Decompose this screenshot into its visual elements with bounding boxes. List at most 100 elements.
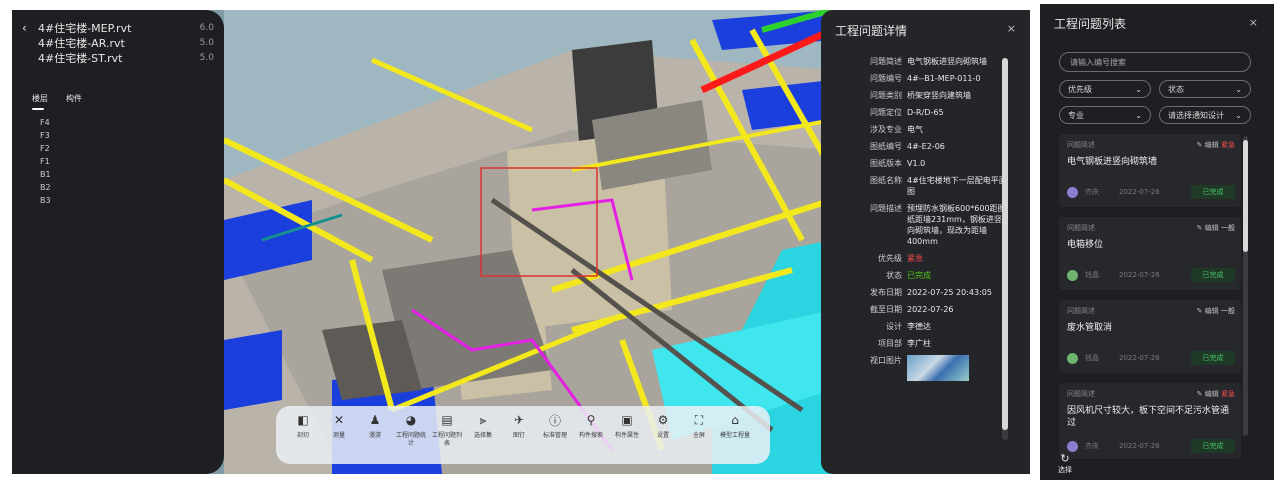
tab-components[interactable]: 构件 bbox=[66, 93, 82, 104]
tool-quantity[interactable]: ⌂ 模型工程量 bbox=[718, 412, 752, 440]
back-chevron-icon[interactable]: ‹ bbox=[22, 21, 36, 35]
model-tree-panel: ‹ 4#住宅楼-MEP.rvt 6.0 4#住宅楼-AR.rvt 5.0 4#住… bbox=[12, 10, 224, 474]
detail-row: 问题编号 4#--B1-MEP-011-0 bbox=[870, 74, 981, 83]
issue-card[interactable]: 问题简述 ✎ 编辑 紧急 因风机尺寸较大，板下空间不足污水管通过 齐庆 2022-… bbox=[1059, 383, 1241, 459]
floor-item[interactable]: F3 bbox=[40, 131, 214, 144]
edit-button[interactable]: 编辑 bbox=[1205, 390, 1219, 398]
tool-measure[interactable]: ✕ 测量 bbox=[322, 412, 356, 440]
quantity-icon: ⌂ bbox=[731, 413, 739, 427]
detail-row: 截至日期 2022-07-26 bbox=[870, 305, 954, 314]
tool-properties[interactable]: ▣ 构件属性 bbox=[610, 412, 644, 440]
edit-icon[interactable]: ✎ bbox=[1197, 307, 1203, 315]
detail-body: 问题简述 电气钢板进竖向砌筑墙 问题编号 4#--B1-MEP-011-0 问题类别… bbox=[859, 56, 1009, 387]
edit-icon[interactable]: ✎ bbox=[1197, 390, 1203, 398]
floor-item[interactable]: F2 bbox=[40, 144, 214, 157]
model-item[interactable]: 4#住宅楼-AR.rvt 5.0 bbox=[22, 35, 214, 50]
detail-row: 问题简述 电气钢板进竖向砌筑墙 bbox=[870, 57, 987, 66]
edit-button[interactable]: 编辑 bbox=[1205, 307, 1219, 315]
priority-value: 紧急 bbox=[907, 254, 923, 263]
pin-icon: ✈ bbox=[513, 413, 525, 427]
list-title: 工程问题列表 bbox=[1054, 17, 1127, 31]
chevron-down-icon: ⌄ bbox=[1235, 84, 1242, 94]
edit-button[interactable]: 编辑 bbox=[1205, 141, 1219, 149]
issue-card[interactable]: 问题简述 ✎ 编辑 一般 电箱移位 钱晶 2022-07-26 已完成 bbox=[1059, 217, 1241, 290]
tool-component-search[interactable]: ⚲ 构件搜索 bbox=[574, 412, 608, 440]
tool-issue-list[interactable]: ▤ 工程问题列表 bbox=[430, 412, 464, 448]
status-badge: 已完成 bbox=[1191, 185, 1235, 199]
viewport-thumbnail[interactable] bbox=[907, 355, 969, 381]
tool-issue-stats[interactable]: ◕ 工程问题统计 bbox=[394, 412, 428, 448]
tool-settings[interactable]: ⚙ 设置 bbox=[646, 412, 680, 440]
tool-fullscreen[interactable]: ⛶ 全屏 bbox=[682, 412, 716, 440]
tab-floors[interactable]: 楼层 bbox=[32, 93, 48, 110]
edit-button[interactable]: 编辑 bbox=[1205, 224, 1219, 232]
priority-select[interactable]: 优先级 ⌄ bbox=[1059, 80, 1151, 98]
app-root: ‹ 4#住宅楼-MEP.rvt 6.0 4#住宅楼-AR.rvt 5.0 4#住… bbox=[0, 0, 1280, 486]
properties-icon: ▣ bbox=[621, 413, 633, 427]
scroll-thumb[interactable] bbox=[1002, 58, 1008, 430]
detail-scrollbar[interactable] bbox=[1002, 58, 1008, 440]
detail-row: 状态 已完成 bbox=[859, 270, 1009, 281]
model-version: 5.0 bbox=[199, 52, 214, 63]
detail-row: 涉及专业 电气 bbox=[870, 125, 923, 134]
model-item[interactable]: ‹ 4#住宅楼-MEP.rvt 6.0 bbox=[22, 20, 214, 35]
detail-row: 图纸版本 V1.0 bbox=[870, 159, 926, 168]
model-item[interactable]: 4#住宅楼-ST.rvt 5.0 bbox=[22, 50, 214, 65]
floor-item[interactable]: F1 bbox=[40, 157, 214, 170]
tool-standards[interactable]: ⓘ 标准管理 bbox=[538, 412, 572, 440]
tool-selection-set[interactable]: ⫸ 选择集 bbox=[466, 412, 500, 440]
info-icon: ⓘ bbox=[548, 413, 561, 428]
detail-row: 发布日期 2022-07-25 20:43:05 bbox=[870, 288, 992, 297]
list-scrollbar[interactable] bbox=[1243, 136, 1248, 436]
discipline-select[interactable]: 专业 ⌄ bbox=[1059, 106, 1151, 124]
fullscreen-icon: ⛶ bbox=[694, 412, 704, 427]
edit-icon[interactable]: ✎ bbox=[1197, 141, 1203, 149]
gear-icon: ⚙ bbox=[657, 413, 669, 427]
detail-row: 视口图片 bbox=[859, 355, 1009, 381]
notify-designer-select[interactable]: 请选择通知设计 ⌄ bbox=[1159, 106, 1251, 124]
detail-row: 图纸名称 4#住宅楼地下一层配电平面图 bbox=[870, 176, 1007, 196]
status-badge: 已完成 bbox=[1191, 351, 1235, 365]
floor-item[interactable]: B3 bbox=[40, 196, 214, 209]
card-actions: ✎ 编辑 紧急 bbox=[1197, 140, 1235, 150]
model-name: 4#住宅楼-AR.rvt bbox=[38, 36, 125, 50]
tool-walk[interactable]: ♟ 漫游 bbox=[358, 412, 392, 440]
select-button[interactable]: ↻ 选择 bbox=[1058, 452, 1072, 475]
scroll-thumb[interactable] bbox=[1243, 140, 1248, 252]
avatar bbox=[1067, 352, 1078, 364]
edit-icon[interactable]: ✎ bbox=[1197, 224, 1203, 232]
model-version: 5.0 bbox=[199, 37, 214, 48]
viewer-toolbar: ◧ 剖切 ✕ 测量 ♟ 漫游 ◕ 工程问题统计 ▤ 工程问题列表 ⫸ 选择集 ✈ 图钉 ⓘ 标准… bbox=[276, 406, 770, 464]
close-icon[interactable]: × bbox=[1007, 22, 1016, 35]
detail-row: 图纸编号 4#-E2-06 bbox=[870, 142, 945, 151]
floor-item[interactable]: B1 bbox=[40, 170, 214, 183]
chevron-down-icon: ⌄ bbox=[1135, 84, 1142, 94]
model-version: 6.0 bbox=[199, 22, 214, 33]
floor-item[interactable]: F4 bbox=[40, 118, 214, 131]
detail-row: 问题定位 D-R/D-65 bbox=[870, 108, 944, 117]
list-icon: ▤ bbox=[441, 413, 453, 427]
status-badge: 已完成 bbox=[1191, 439, 1235, 453]
status-select[interactable]: 状态 ⌄ bbox=[1159, 80, 1251, 98]
floor-item[interactable]: B2 bbox=[40, 183, 214, 196]
card-footer: 齐庆 2022-07-26 已完成 bbox=[1067, 185, 1235, 199]
issue-card[interactable]: 问题简述 ✎ 编辑 一般 废水管取消 钱晶 2022-07-26 已完成 bbox=[1059, 300, 1241, 373]
chevron-down-icon: ⌄ bbox=[1135, 110, 1142, 120]
close-icon[interactable]: × bbox=[1249, 16, 1258, 29]
model-name: 4#住宅楼-MEP.rvt bbox=[38, 21, 132, 35]
detail-row: 设计 李德达 bbox=[886, 322, 931, 331]
issue-list-panel: 工程问题列表 × 优先级⌄ 状态⌄ 专业⌄ 请选择通知设计⌄ 问题简述 ✎ 编辑… bbox=[1040, 4, 1274, 480]
issue-card-list: 问题简述 ✎ 编辑 紧急 电气钢板进竖向砌筑墙 齐庆 2022-07-26 已完成 … bbox=[1059, 134, 1241, 469]
search-input[interactable] bbox=[1059, 52, 1251, 72]
detail-title: 工程问题详情 bbox=[835, 24, 908, 38]
tool-pin[interactable]: ✈ 图钉 bbox=[502, 412, 536, 440]
avatar bbox=[1067, 269, 1078, 281]
refresh-icon: ↻ bbox=[1060, 452, 1070, 465]
issue-card[interactable]: 问题简述 ✎ 编辑 紧急 电气钢板进竖向砌筑墙 齐庆 2022-07-26 已完成 bbox=[1059, 134, 1241, 207]
card-footer: 钱晶 2022-07-26 已完成 bbox=[1067, 351, 1235, 365]
issue-detail-panel: 工程问题详情 × 问题简述 电气钢板进竖向砌筑墙 问题编号 4#--B1-MEP-0… bbox=[821, 10, 1030, 474]
detail-row: 问题描述 预埋防水钢板600*600距图纸距墙231mm，钢板进竖向砌筑墙，现改为… bbox=[870, 204, 1006, 246]
avatar bbox=[1067, 440, 1078, 452]
tool-section[interactable]: ◧ 剖切 bbox=[286, 412, 320, 440]
card-actions: ✎ 编辑 一般 bbox=[1197, 223, 1235, 233]
